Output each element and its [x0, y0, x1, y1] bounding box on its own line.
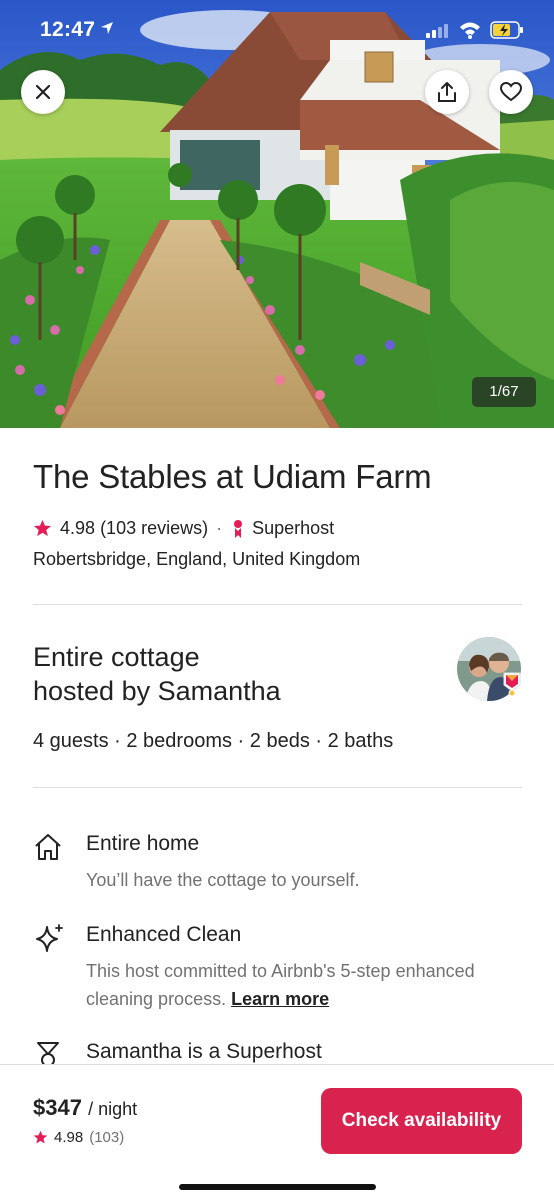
photo-counter: 1/67 — [472, 377, 536, 407]
status-time: 12:47 — [40, 18, 96, 41]
check-availability-button[interactable]: Check availability — [321, 1088, 522, 1154]
rating-value: 4.98 — [60, 518, 96, 538]
superhost-badge-icon — [503, 672, 521, 697]
host-summary-title: Entire cottage hosted by Samantha — [33, 640, 413, 708]
close-button[interactable] — [21, 70, 65, 114]
star-icon — [33, 519, 52, 537]
separator-dot: · — [216, 518, 223, 538]
feature-title: Samantha is a Superhost — [86, 1040, 322, 1063]
booking-footer: $347 / night 4.98 (103) Check availabili… — [0, 1064, 554, 1200]
host-title-line1: Entire cottage — [33, 642, 200, 672]
hero-photo[interactable]: 12:47 1/67 — [0, 0, 554, 428]
feature-description: You’ll have the cottage to yourself. — [86, 870, 360, 890]
star-icon — [33, 1130, 48, 1144]
divider — [33, 787, 522, 788]
share-button[interactable] — [425, 70, 469, 114]
divider — [33, 604, 522, 605]
listing-location[interactable]: Robertsbridge, England, United Kingdom — [33, 549, 360, 570]
listing-title: The Stables at Udiam Farm — [33, 458, 432, 495]
rating-row: 4.98 (103 reviews) · Superhost — [33, 518, 334, 539]
cellular-signal-icon — [426, 24, 448, 43]
location-arrow-icon — [100, 21, 114, 40]
save-to-wishlist-button[interactable] — [489, 70, 533, 114]
host-title-line2: hosted by Samantha — [33, 676, 281, 706]
nightly-price: $347 / night — [33, 1095, 137, 1121]
close-icon — [35, 84, 51, 100]
footer-review-count: (103) — [89, 1129, 125, 1146]
cottage-garden-photo — [0, 0, 554, 428]
feature-description: This host committed to Airbnb's 5-step e… — [86, 957, 526, 1013]
home-icon — [35, 834, 61, 860]
footer-rating[interactable]: 4.98 (103) — [33, 1129, 124, 1146]
superhost-label: Superhost — [252, 518, 335, 538]
share-icon — [438, 82, 456, 102]
feature-enhanced-clean: Enhanced Clean This host committed to Ai… — [33, 923, 523, 1013]
feature-title: Entire home — [86, 832, 200, 855]
price-value: $347 — [33, 1095, 82, 1120]
heart-icon — [500, 82, 522, 102]
price-unit: / night — [88, 1099, 138, 1119]
listing-capacity: 4 guests · 2 bedrooms · 2 beds · 2 baths — [33, 730, 394, 752]
feature-title: Enhanced Clean — [86, 923, 242, 946]
footer-rating-value: 4.98 — [54, 1129, 84, 1146]
status-bar: 12:47 — [0, 0, 554, 60]
battery-icon — [490, 21, 524, 44]
sparkle-icon — [36, 924, 63, 952]
reviews-link[interactable]: (103 reviews) — [100, 518, 208, 539]
wifi-icon — [459, 21, 481, 44]
superhost-medal-icon — [234, 519, 243, 538]
feature-entire-home: Entire home You’ll have the cottage to y… — [33, 832, 523, 892]
home-indicator[interactable] — [179, 1184, 376, 1190]
learn-more-link[interactable]: Learn more — [231, 989, 329, 1009]
